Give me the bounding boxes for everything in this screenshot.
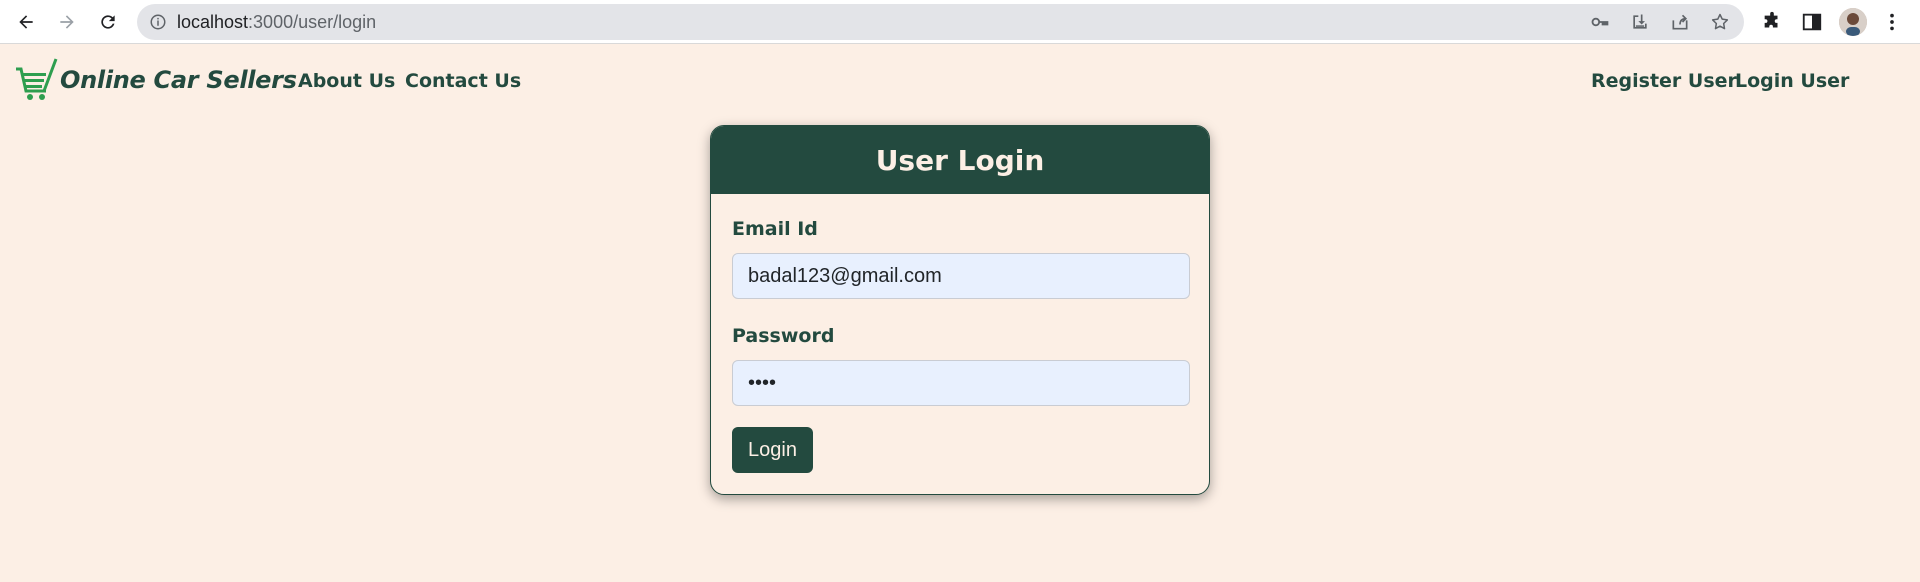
nav-link-login-user[interactable]: Login User <box>1735 70 1849 92</box>
nav-link-register-user[interactable]: Register User <box>1591 70 1737 92</box>
forward-button[interactable] <box>51 6 83 38</box>
email-input[interactable] <box>732 253 1190 299</box>
card-title: User Login <box>875 143 1045 177</box>
arrow-right-icon <box>60 15 74 29</box>
shopping-cart-logo-icon <box>16 58 58 100</box>
extensions-puzzle-icon[interactable] <box>1760 10 1784 34</box>
profile-avatar[interactable] <box>1839 8 1867 36</box>
side-panel-icon[interactable] <box>1800 10 1824 34</box>
share-icon[interactable] <box>1669 11 1691 33</box>
card-header: User Login <box>711 126 1209 194</box>
menu-kebab-icon[interactable] <box>1880 10 1904 34</box>
password-input[interactable] <box>732 360 1190 406</box>
nav-link-contact-us[interactable]: Contact Us <box>405 70 521 92</box>
login-card: User Login Email Id Password Login <box>710 125 1210 495</box>
login-button[interactable]: Login <box>732 427 813 473</box>
url-host: localhost <box>177 12 249 32</box>
nav-link-about-us[interactable]: About Us <box>298 70 395 92</box>
brand-link[interactable]: Online Car Sellers <box>14 57 297 103</box>
reload-button[interactable] <box>92 6 124 38</box>
key-icon[interactable] <box>1589 11 1611 33</box>
info-icon[interactable] <box>149 13 167 31</box>
password-label: Password <box>732 325 835 347</box>
url-path: :3000/user/login <box>248 12 377 32</box>
brand-name: Online Car Sellers <box>60 66 297 94</box>
address-bar[interactable]: localhost:3000/user/login <box>137 4 1744 40</box>
url-text: localhost:3000/user/login <box>177 12 376 33</box>
browser-toolbar: localhost:3000/user/login <box>0 0 1920 44</box>
reload-icon <box>101 15 115 29</box>
arrow-left-icon <box>19 15 33 29</box>
bookmark-star-icon[interactable] <box>1709 11 1731 33</box>
email-label: Email Id <box>732 218 818 240</box>
install-icon[interactable] <box>1629 11 1651 33</box>
back-button[interactable] <box>10 6 42 38</box>
site-navbar: Online Car Sellers About Us Contact Us R… <box>0 45 1920 117</box>
